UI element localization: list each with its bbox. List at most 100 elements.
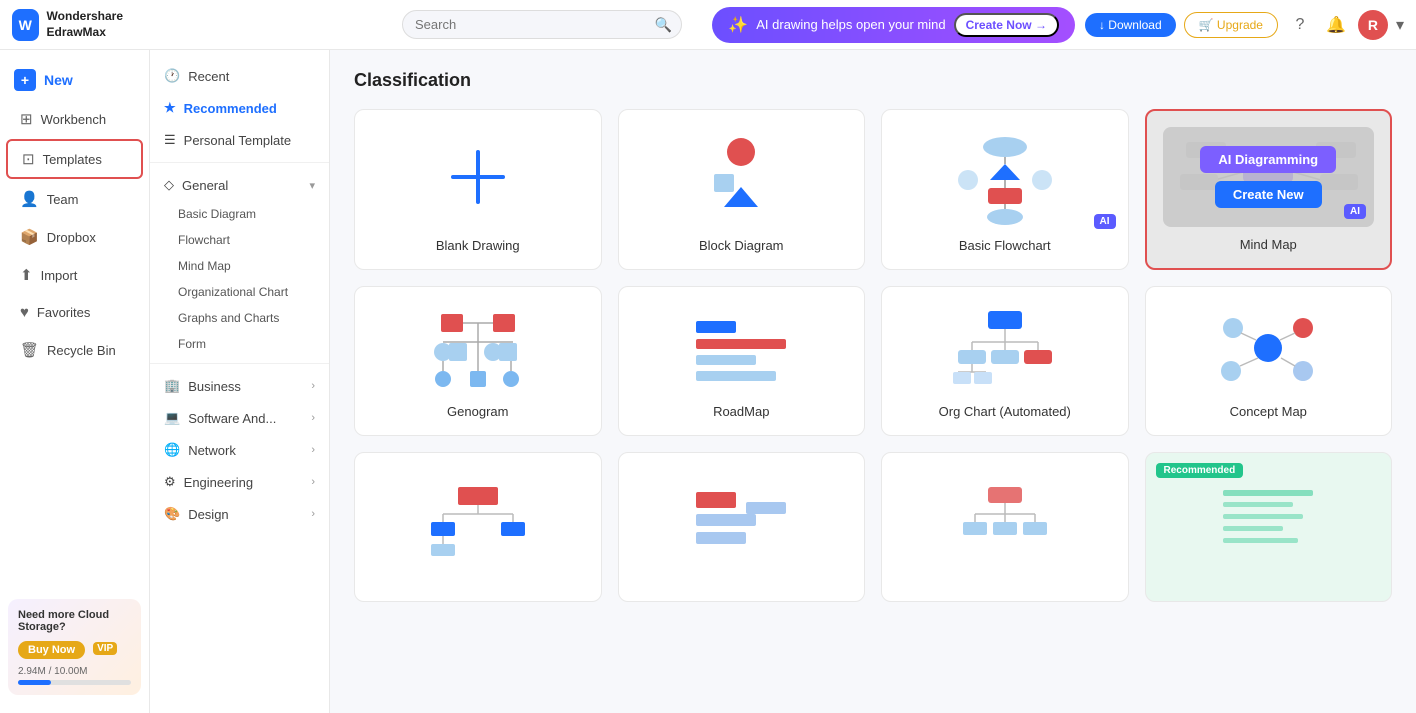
- search-bar: 🔍: [402, 10, 682, 39]
- mnav-form[interactable]: Form: [150, 331, 329, 357]
- help-icon[interactable]: ?: [1286, 11, 1314, 39]
- sidebar-item-workbench[interactable]: ⊞ Workbench: [6, 101, 143, 137]
- topbar-right: ↓ Download 🛒 Upgrade ? 🔔 R ▾: [1085, 10, 1404, 40]
- ai-diagramming-button[interactable]: AI Diagramming: [1200, 146, 1336, 173]
- sidebar-item-team[interactable]: 👤 Team: [6, 181, 143, 217]
- software-expand-icon: ›: [311, 412, 315, 424]
- vip-badge: VIP: [93, 642, 117, 655]
- card-diagram4[interactable]: Recommended: [1145, 452, 1393, 602]
- cloud-storage-banner: Need more Cloud Storage? Buy Now VIP 2.9…: [8, 599, 141, 695]
- mnav-org-chart[interactable]: Organizational Chart: [150, 279, 329, 305]
- app-logo-icon: W: [12, 9, 39, 41]
- diagram4-preview: [1162, 469, 1376, 575]
- upgrade-button[interactable]: 🛒 Upgrade: [1184, 12, 1278, 38]
- mnav-recent[interactable]: 🕐 Recent: [150, 60, 329, 92]
- blank-drawing-preview: [371, 126, 585, 228]
- mnav-general-label: General: [182, 178, 228, 193]
- card-org-chart[interactable]: Org Chart (Automated): [881, 286, 1129, 436]
- middle-nav: 🕐 Recent ★ Recommended ☰ Personal Templa…: [150, 50, 330, 713]
- mnav-mind-map-label: Mind Map: [178, 259, 231, 273]
- diagram2-preview: [635, 469, 849, 575]
- recent-icon: 🕐: [164, 68, 180, 84]
- software-icon: 💻: [164, 410, 180, 426]
- sidebar-team-label: Team: [47, 192, 79, 207]
- design-expand-icon: ›: [311, 508, 315, 520]
- mnav-graphs-charts[interactable]: Graphs and Charts: [150, 305, 329, 331]
- buy-now-button[interactable]: Buy Now: [18, 641, 85, 659]
- create-new-button[interactable]: Create New: [1215, 181, 1322, 208]
- mnav-network[interactable]: 🌐 Network ›: [150, 434, 329, 466]
- mnav-general[interactable]: ◇ General ▾: [150, 169, 329, 201]
- card-concept-map[interactable]: Concept Map: [1145, 286, 1393, 436]
- mnav-recommended-label: Recommended: [184, 101, 277, 116]
- mnav-recent-label: Recent: [188, 69, 229, 84]
- ai-banner: ✨ AI drawing helps open your mind Create…: [712, 7, 1075, 43]
- roadmap-preview: [635, 303, 849, 394]
- dropbox-icon: 📦: [20, 228, 39, 246]
- mnav-software-label: Software And...: [188, 411, 276, 426]
- org-chart-preview: [898, 303, 1112, 394]
- network-icon: 🌐: [164, 442, 180, 458]
- card-roadmap[interactable]: RoadMap: [618, 286, 866, 436]
- topbar: W Wondershare EdrawMax 🔍 ✨ AI drawing he…: [0, 0, 1416, 50]
- chevron-down-icon[interactable]: ▾: [1396, 15, 1404, 35]
- sidebar-import-label: Import: [41, 268, 78, 283]
- mnav-personal-label: Personal Template: [184, 133, 291, 148]
- notification-icon[interactable]: 🔔: [1322, 11, 1350, 39]
- sidebar-item-favorites[interactable]: ♥ Favorites: [6, 295, 143, 330]
- card-blank-drawing[interactable]: Blank Drawing: [354, 109, 602, 270]
- mnav-recommended[interactable]: ★ Recommended: [150, 92, 329, 124]
- sidebar-item-templates[interactable]: ⊡ Templates: [6, 139, 143, 179]
- engineering-icon: ⚙: [164, 474, 176, 490]
- sidebar-bottom: Need more Cloud Storage? Buy Now VIP 2.9…: [0, 591, 149, 703]
- general-expand-icon: ▾: [309, 179, 315, 192]
- card-block-diagram[interactable]: Block Diagram: [618, 109, 866, 270]
- mnav-software[interactable]: 💻 Software And... ›: [150, 402, 329, 434]
- sidebar-new-label: New: [44, 72, 73, 88]
- mnav-engineering-label: Engineering: [184, 475, 253, 490]
- mnav-personal-template[interactable]: ☰ Personal Template: [150, 124, 329, 156]
- mnav-flowchart-label: Flowchart: [178, 233, 230, 247]
- genogram-label: Genogram: [447, 404, 508, 419]
- download-button[interactable]: ↓ Download: [1085, 13, 1176, 37]
- mind-map-label: Mind Map: [1240, 237, 1297, 252]
- card-diagram3[interactable]: [881, 452, 1129, 602]
- section-title: Classification: [354, 70, 1392, 91]
- diagram3-preview: [898, 469, 1112, 575]
- mnav-graphs-label: Graphs and Charts: [178, 311, 279, 325]
- basic-flowchart-preview: [898, 126, 1112, 228]
- basic-flowchart-label: Basic Flowchart: [959, 238, 1051, 253]
- new-plus-icon: +: [14, 69, 36, 91]
- mnav-mind-map[interactable]: Mind Map: [150, 253, 329, 279]
- card-basic-flowchart[interactable]: AI Basic Flowchart: [881, 109, 1129, 270]
- mnav-business[interactable]: 🏢 Business ›: [150, 370, 329, 402]
- sidebar-item-new[interactable]: + New: [0, 60, 149, 100]
- mnav-org-chart-label: Organizational Chart: [178, 285, 288, 299]
- mnav-flowchart[interactable]: Flowchart: [150, 227, 329, 253]
- mind-map-preview: AI Diagramming Create New AI: [1163, 127, 1375, 227]
- card-diagram2[interactable]: [618, 452, 866, 602]
- recommended-badge: Recommended: [1156, 463, 1244, 478]
- mnav-design[interactable]: 🎨 Design ›: [150, 498, 329, 530]
- card-genogram[interactable]: Genogram: [354, 286, 602, 436]
- search-input[interactable]: [402, 10, 682, 39]
- card-diagram1[interactable]: [354, 452, 602, 602]
- block-diagram-label: Block Diagram: [699, 238, 784, 253]
- template-grid: Blank Drawing Block Diagram: [354, 109, 1392, 602]
- personal-template-icon: ☰: [164, 132, 176, 148]
- mnav-engineering[interactable]: ⚙ Engineering ›: [150, 466, 329, 498]
- sidebar-item-recycle-bin[interactable]: 🗑 Recycle Bin: [6, 332, 143, 368]
- content-area: Classification Blank Drawing: [330, 50, 1416, 713]
- sidebar-templates-label: Templates: [43, 152, 102, 167]
- concept-map-label: Concept Map: [1230, 404, 1307, 419]
- mnav-basic-diagram[interactable]: Basic Diagram: [150, 201, 329, 227]
- diagram1-preview: [371, 469, 585, 575]
- business-expand-icon: ›: [311, 380, 315, 392]
- mnav-design-label: Design: [188, 507, 228, 522]
- search-icon: 🔍: [655, 16, 672, 33]
- sidebar-item-import[interactable]: ⬆ Import: [6, 257, 143, 293]
- card-mind-map[interactable]: AI Diagramming Create New AI Mind Map: [1145, 109, 1393, 270]
- sidebar-item-dropbox[interactable]: 📦 Dropbox: [6, 219, 143, 255]
- ai-banner-create-button[interactable]: Create Now →: [954, 13, 1059, 37]
- avatar[interactable]: R: [1358, 10, 1388, 40]
